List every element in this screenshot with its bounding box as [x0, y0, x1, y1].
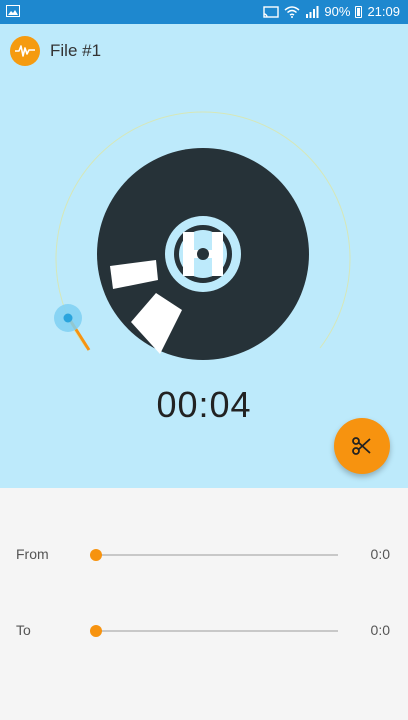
header: File #1 — [10, 36, 101, 66]
to-row: To 0:0 — [0, 616, 408, 646]
elapsed-time: 00:04 — [156, 384, 252, 425]
to-slider-thumb[interactable] — [90, 625, 102, 637]
to-value: 0:0 — [370, 622, 390, 638]
to-slider-track[interactable] — [96, 630, 338, 632]
from-row: From 0:0 — [0, 540, 408, 570]
from-label: From — [16, 546, 49, 562]
clock: 21:09 — [367, 4, 400, 19]
trim-panel: From 0:0 To 0:0 — [0, 488, 408, 720]
file-title: File #1 — [50, 41, 102, 60]
pause-icon-left — [183, 232, 194, 276]
from-slider-track[interactable] — [96, 554, 338, 556]
status-bar: 90% 21:09 — [0, 0, 408, 24]
waveform-icon — [10, 36, 40, 66]
to-label: To — [16, 622, 31, 638]
battery-percent: 90% — [324, 4, 351, 19]
wifi-icon — [284, 6, 300, 18]
cast-icon — [263, 6, 280, 18]
battery-icon — [355, 6, 363, 18]
disc-visualizer — [54, 111, 351, 360]
from-slider-thumb[interactable] — [90, 549, 102, 561]
pause-icon-right — [212, 232, 223, 276]
from-value: 0:0 — [370, 546, 390, 562]
scissors-icon — [352, 437, 371, 455]
player-area: File #1 00:04 — [0, 24, 408, 488]
cut-button[interactable] — [334, 418, 390, 474]
signal-icon — [306, 6, 319, 18]
image-notification-icon — [6, 5, 20, 17]
